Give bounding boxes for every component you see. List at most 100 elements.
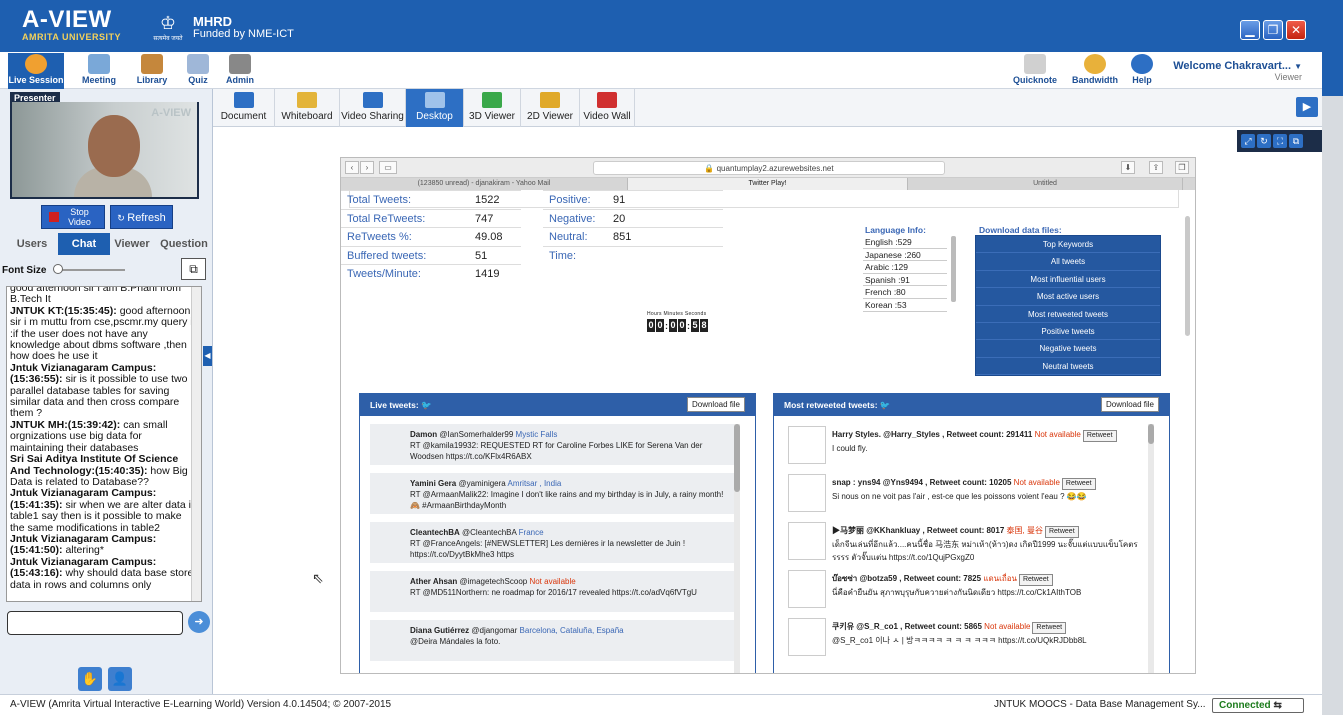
logo-title: A-VIEW [22,6,112,33]
language-item: Arabic :129 [863,261,947,274]
download-neutral-tweets-button[interactable]: Neutral tweets [976,358,1160,376]
browser-tab-untitled[interactable]: Untitled [908,178,1183,190]
welcome-user[interactable]: Welcome Chakravart... ▼ Viewer [1173,60,1302,82]
download-negative-tweets-button[interactable]: Negative tweets [976,340,1160,358]
scroll-thumb[interactable] [1148,424,1154,444]
share-icon[interactable]: ⇪ [1149,161,1163,174]
font-size-slider[interactable] [55,269,125,271]
download-icon[interactable]: ⬇ [1121,161,1135,174]
popout-desktop-icon[interactable]: ⧉ [1289,134,1303,148]
twitter-bird-icon: 🐦 [421,400,432,410]
tab-video-sharing[interactable]: Video Sharing [340,89,406,127]
font-size-slider-knob[interactable] [53,264,63,274]
stat-value: 747 [475,212,494,225]
restore-button[interactable]: ❐ [1263,20,1283,40]
stat-label: ReTweets %: [347,231,412,244]
live-tweets-scrollbar[interactable] [734,424,740,673]
tab-question[interactable]: Question [158,233,210,255]
quicknote-button[interactable]: Quicknote [1010,53,1060,89]
3d-viewer-icon [482,92,502,108]
retweet-location: แดนเถื่อน [983,574,1017,583]
quiz-button[interactable]: Quiz [174,53,222,89]
download-most-influential-users-button[interactable]: Most influential users [976,271,1160,289]
meeting-button[interactable]: Meeting [75,53,123,89]
download-most-retweeted-tweets-button[interactable]: Most retweeted tweets [976,306,1160,323]
camera-icon[interactable]: ▶ [1296,97,1318,117]
help-button[interactable]: Help [1120,53,1164,89]
live-tweets-list[interactable]: Damon @IanSomerhalder99 Mystic Falls RT @… [370,424,740,673]
retweeted-scrollbar[interactable] [1148,424,1154,673]
language-item: French :80 [863,286,947,299]
admin-button[interactable]: Admin [216,53,264,89]
tab-viewer[interactable]: Viewer [106,233,158,255]
tab-3d-viewer[interactable]: 3D Viewer [464,89,521,127]
fullscreen-icon[interactable]: ⛶ [1273,134,1287,148]
send-icon[interactable]: ➜ [188,611,210,633]
retweeted-list[interactable]: Harry Styles. @Harry_Styles , Retweet co… [784,424,1154,673]
library-button[interactable]: Library [128,53,176,89]
tab-2d-viewer[interactable]: 2D Viewer [521,89,580,127]
stat-value: 49.08 [475,231,503,244]
refresh-desktop-icon[interactable]: ↻ [1257,134,1271,148]
live-session-button[interactable]: Live Session [8,53,64,89]
language-scrollbar[interactable] [951,236,956,302]
user-status-icon[interactable]: 👤 [108,667,132,691]
download-most-active-users-button[interactable]: Most active users [976,288,1160,306]
title-bar: A-VIEW AMRITA UNIVERSITY ♔ सत्यमेव जयते M… [0,0,1322,52]
tab-document[interactable]: Document [213,89,275,127]
page-scrollbar[interactable] [1185,216,1190,336]
retweet-button[interactable]: Retweet [1032,622,1067,634]
close-button[interactable]: ✕ [1286,20,1306,40]
raise-hand-icon[interactable]: ✋ [78,667,102,691]
scroll-thumb[interactable] [734,424,740,492]
collapse-panel-icon[interactable]: ◀ [203,346,212,366]
retweeted-panel: Most retweeted tweets: 🐦 Download file H… [773,393,1170,673]
forward-icon[interactable]: › [360,161,374,174]
popout-icon[interactable]: ⧉ [181,258,206,280]
video-watermark: A-VIEW [151,107,191,119]
stat-value: 91 [613,194,626,206]
minimize-button[interactable]: ▁ [1240,20,1260,40]
back-icon[interactable]: ‹ [345,161,359,174]
refresh-icon: ↻ [117,213,128,223]
chat-message: Jntuk Vizianagaram Campus:(15:43:16): wh… [10,556,198,591]
tab-desktop[interactable]: Desktop [406,89,464,127]
retweet-text: นี่คือคำยืนยัน สุภาพบุรุษกับควายต่างกันน… [832,588,1082,597]
refresh-button[interactable]: ↻ Refresh [110,205,173,229]
chat-messages[interactable]: good afternoon sir i am B.Phani from B.T… [6,286,202,602]
retweeted-download-button[interactable]: Download file [1100,397,1159,412]
browser-tab-mail[interactable]: (123850 unread) - djanakiram - Yahoo Mai… [341,178,628,190]
library-icon [141,54,163,74]
retweet-button[interactable]: Retweet [1044,526,1079,538]
live-tweets-download-button[interactable]: Download file [686,397,745,412]
retweet-button[interactable]: Retweet [1018,574,1053,586]
tweet-user: Ather Ahsan [410,577,458,586]
retweet-button[interactable]: Retweet [1082,430,1117,442]
shared-browser-window: ‹ › ▭ 🔒 quantumplay2.azurewebsites.net ⬇… [340,157,1196,674]
bandwidth-button[interactable]: Bandwidth [1068,53,1122,89]
tab-users[interactable]: Users [6,233,58,255]
browser-tab-twitter[interactable]: Twitter Play! [628,178,908,190]
chat-message: good afternoon sir i am B.Phani from B.T… [10,287,198,306]
download-top-keywords-button[interactable]: Top Keywords [976,236,1160,254]
chat-input[interactable] [7,611,183,635]
retweet-button[interactable]: Retweet [1061,478,1096,490]
retweet-head: snap : yns94 @Yns9494 , Retweet count: 1… [832,478,1012,487]
chat-scrollbar[interactable] [191,287,201,601]
download-positive-tweets-button[interactable]: Positive tweets [976,323,1160,341]
video-wall-icon [597,92,617,108]
tab-whiteboard[interactable]: Whiteboard [275,89,340,127]
download-all-tweets-button[interactable]: All tweets [976,253,1160,271]
tab-video-wall-label: Video Wall [583,111,631,122]
tab-video-wall[interactable]: Video Wall [580,89,635,127]
tabs-icon[interactable]: ❐ [1175,161,1189,174]
tab-chat[interactable]: Chat [58,233,110,255]
sidebar-icon[interactable]: ▭ [379,161,397,174]
stop-video-button[interactable]: Stop Video [41,205,105,229]
window-edge-top [1322,0,1343,96]
tweet-text: @Deira Mándales la foto. [410,637,501,646]
fit-icon[interactable]: ⤢ [1241,134,1255,148]
stop-video-label: Stop Video [68,207,91,227]
url-bar[interactable]: 🔒 quantumplay2.azurewebsites.net [593,161,945,175]
language-list[interactable]: English :529 Japanese :260 Arabic :129 Span… [863,236,957,312]
